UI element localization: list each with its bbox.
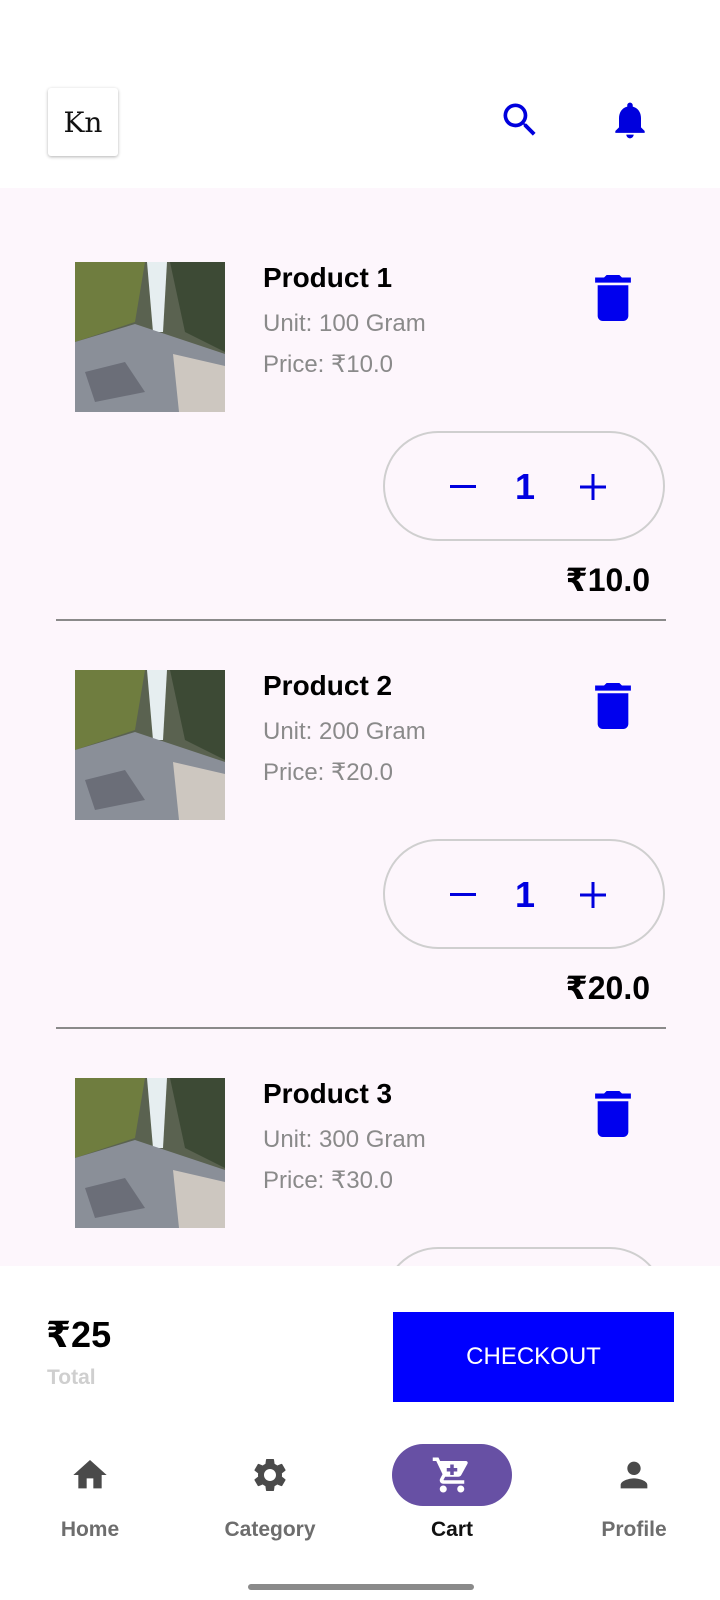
delete-icon[interactable]	[591, 682, 635, 730]
nav-label: Category	[224, 1518, 316, 1541]
home-icon	[30, 1444, 150, 1506]
product-name: Product 2	[263, 670, 393, 701]
product-price: Price: ₹20.0	[263, 759, 393, 786]
cart-item-list[interactable]: Product 1 Unit: 100 Gram Price: ₹10.0 1 …	[0, 188, 720, 1266]
product-image	[75, 262, 225, 412]
product-unit: Unit: 200 Gram	[263, 718, 426, 745]
increase-quantity-button[interactable]	[569, 871, 617, 919]
product-image	[75, 670, 225, 820]
quantity-value: 1	[514, 466, 536, 507]
cart-item: Product 1 Unit: 100 Gram Price: ₹10.0 1 …	[0, 188, 720, 621]
bottom-navigation: Home Category Cart Profile	[0, 1414, 720, 1600]
nav-label: Home	[60, 1518, 120, 1541]
item-subtotal: ₹20.0	[565, 970, 650, 1006]
app-logo[interactable]: Kn	[48, 88, 118, 156]
decrease-quantity-button[interactable]	[439, 463, 487, 511]
delete-icon[interactable]	[591, 274, 635, 322]
delete-icon[interactable]	[591, 1090, 635, 1138]
gesture-bar	[248, 1584, 474, 1590]
product-price: Price: ₹30.0	[263, 1167, 393, 1194]
product-image	[75, 1078, 225, 1228]
product-unit: Unit: 100 Gram	[263, 310, 426, 337]
quantity-stepper: 1	[383, 431, 665, 541]
nav-label: Profile	[601, 1518, 667, 1541]
increase-quantity-button[interactable]	[569, 463, 617, 511]
product-name: Product 3	[263, 1078, 393, 1109]
nav-item-profile[interactable]: Profile	[544, 1444, 720, 1554]
nav-item-cart[interactable]: Cart	[362, 1444, 542, 1554]
product-unit: Unit: 300 Gram	[263, 1126, 426, 1153]
product-name: Product 1	[263, 262, 393, 293]
total-label: Total	[47, 1366, 96, 1389]
quantity-stepper: 1	[383, 839, 665, 949]
person-icon	[574, 1444, 694, 1506]
quantity-stepper	[383, 1247, 665, 1266]
nav-item-category[interactable]: Category	[180, 1444, 360, 1554]
search-icon[interactable]	[496, 96, 544, 144]
quantity-value: 1	[514, 874, 536, 915]
nav-label: Cart	[430, 1518, 473, 1541]
cart-item: Product 2 Unit: 200 Gram Price: ₹20.0 1 …	[0, 596, 720, 1029]
gear-icon	[210, 1444, 330, 1506]
item-subtotal: ₹10.0	[565, 562, 650, 598]
cart-item: Product 3 Unit: 300 Gram Price: ₹30.0	[0, 1004, 720, 1266]
checkout-button[interactable]: CHECKOUT	[393, 1312, 674, 1402]
product-price: Price: ₹10.0	[263, 351, 393, 378]
decrease-quantity-button[interactable]	[439, 871, 487, 919]
bell-icon[interactable]	[606, 96, 654, 144]
cart-icon	[392, 1444, 512, 1506]
checkout-bar: ₹25 Total CHECKOUT	[0, 1292, 720, 1412]
total-amount: ₹25	[46, 1314, 112, 1355]
nav-item-home[interactable]: Home	[0, 1444, 180, 1554]
app-header: Kn	[0, 0, 720, 188]
